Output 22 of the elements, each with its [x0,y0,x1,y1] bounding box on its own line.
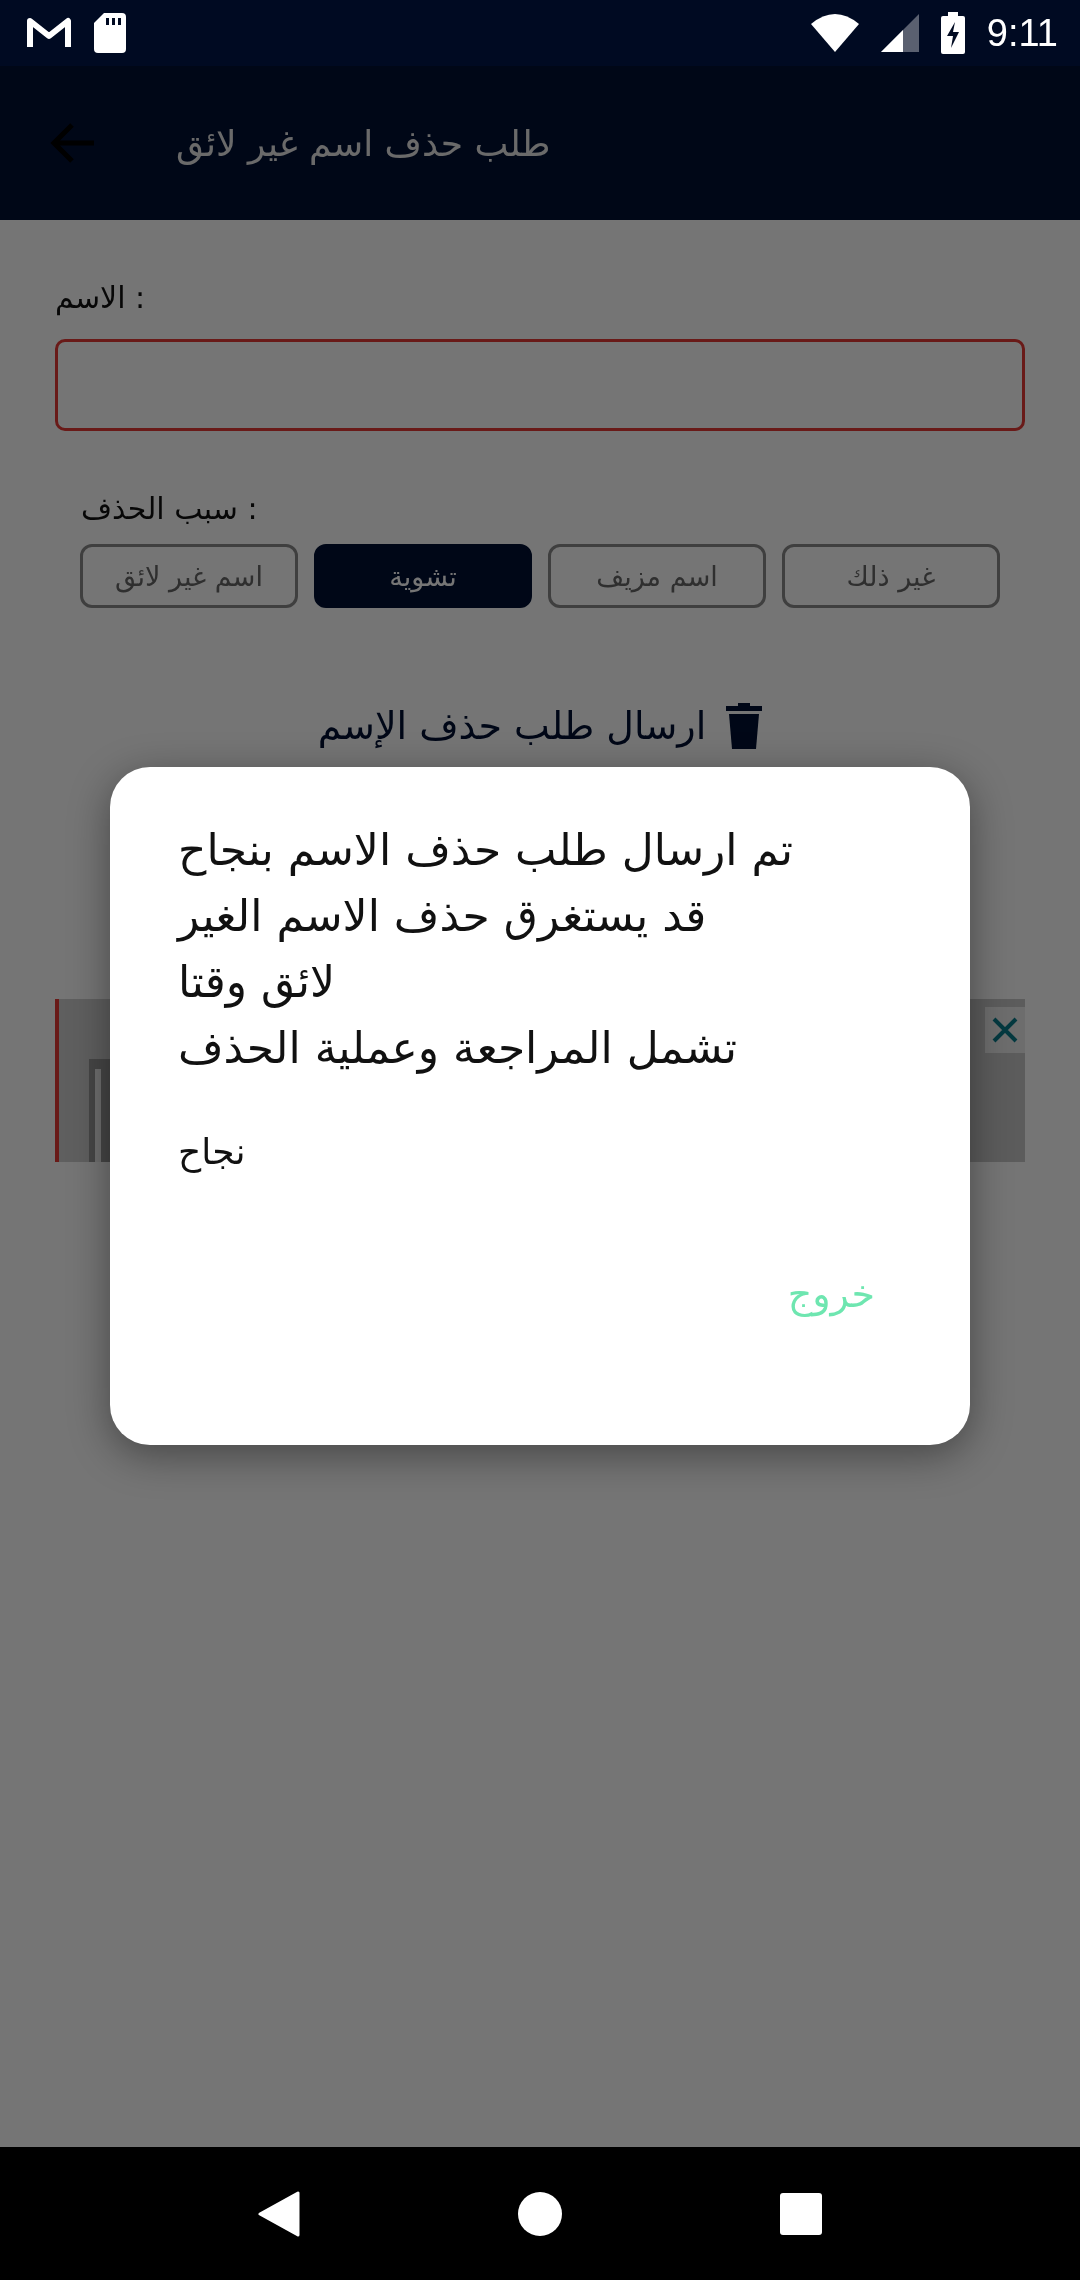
signal-icon [880,14,919,52]
sd-card-icon [94,13,126,53]
dialog-title: نجاح [178,1131,246,1172]
reason-option[interactable]: اسم غير لائق [80,544,298,608]
submit-delete-button[interactable]: ارسال طلب حذف الإسم [317,703,763,749]
trash-icon [726,703,763,749]
recents-icon[interactable] [779,2192,822,2235]
reason-label: سبب الحذف : [81,491,258,526]
close-icon[interactable] [985,1007,1025,1053]
wifi-icon [810,14,859,52]
reason-option[interactable]: تشوية [314,544,532,608]
battery-icon [940,12,965,54]
home-icon[interactable] [517,2190,563,2237]
name-input-field[interactable] [55,339,1025,431]
dialog-message: تم ارسال طلب حذف الاسم بنجاح قد يستغرق حذف الاسم الغير لائق وقتا تشمل المراجعة وعملية الحذف [178,823,794,1076]
name-label: الاسم : [55,280,146,315]
reason-option[interactable]: اسم مزيف [548,544,766,608]
exit-button[interactable]: خروج [787,1272,875,1316]
clock-time: 9:11 [986,11,1058,55]
back-icon[interactable] [258,2190,301,2237]
screen-title: طلب حذف اسم غير لائق [176,122,551,164]
reason-option[interactable]: غير ذلك [782,544,1000,608]
